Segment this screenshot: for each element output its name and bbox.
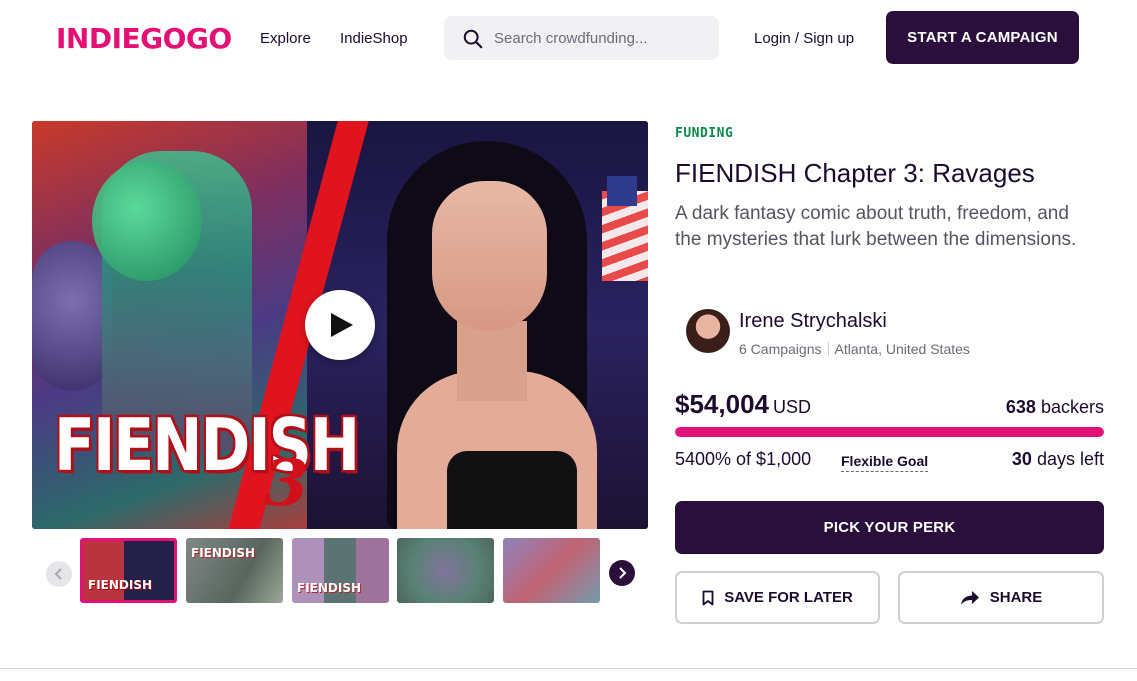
creator-avatar[interactable] (686, 309, 730, 353)
indiegogo-logo[interactable]: INDIEGOGO (56, 22, 232, 55)
creature-illustration (32, 241, 112, 391)
raised-amount: $54,004 (675, 389, 769, 419)
video-title-number: 3 (264, 446, 309, 521)
creator-meta: 6 Campaigns Atlanta, United States (739, 341, 970, 357)
login-signup-link[interactable]: Login / Sign up (754, 30, 854, 47)
nav-explore-link[interactable]: Explore (260, 30, 311, 47)
days-left: 30 days left (1012, 449, 1104, 470)
thumbnail-4[interactable] (397, 538, 494, 603)
bookmark-icon (702, 590, 714, 605)
share-icon (960, 590, 979, 605)
funding-progress-bar (675, 427, 1104, 437)
chevron-left-icon (54, 568, 62, 580)
backers-label: backers (1040, 397, 1104, 417)
flag-canton (607, 176, 637, 206)
save-label: SAVE FOR LATER (724, 589, 853, 606)
play-icon (331, 313, 353, 337)
thumbnail-label: FIENDISH (297, 581, 362, 595)
flexible-goal-tooltip[interactable]: Flexible Goal (841, 453, 929, 472)
days-number: 30 (1011, 449, 1032, 469)
start-campaign-button[interactable]: START A CAMPAIGN (886, 11, 1079, 64)
section-divider (0, 668, 1137, 669)
play-button[interactable] (305, 290, 375, 360)
funds-raised: $54,004 USD (675, 389, 811, 420)
days-label: days left (1036, 449, 1104, 469)
thumbnail-3[interactable]: FIENDISH (292, 538, 389, 603)
funding-progress-fill (675, 427, 1104, 437)
thumbnail-label: FIENDISH (88, 578, 153, 592)
thumbnail-label: FIENDISH (191, 546, 256, 560)
backers-number: 638 (1005, 397, 1036, 417)
search-icon[interactable] (462, 28, 484, 50)
campaign-status: FUNDING (675, 126, 734, 141)
thumbnail-1[interactable]: FIENDISH (80, 538, 177, 603)
share-label: SHARE (989, 589, 1043, 606)
nav-indieshop-link[interactable]: IndieShop (340, 30, 408, 47)
creator-dress (447, 451, 577, 529)
percent-funded: 5400% of $1,000 (675, 449, 812, 469)
search-bar[interactable] (444, 16, 719, 60)
creator-location: Atlanta, United States (834, 341, 970, 357)
thumbnail-5[interactable] (503, 538, 600, 603)
thumbnail-2[interactable]: FIENDISH (186, 538, 283, 603)
creator-name[interactable]: Irene Strychalski (739, 310, 887, 333)
character-hair (92, 161, 202, 281)
creator-face (432, 181, 547, 331)
meta-divider (827, 342, 829, 356)
creator-campaign-count: 6 Campaigns (739, 341, 822, 357)
chevron-right-icon (619, 567, 627, 579)
pick-perk-button[interactable]: PICK YOUR PERK (675, 501, 1104, 554)
campaign-subtitle: A dark fantasy comic about truth, freedo… (675, 203, 1077, 250)
campaign-title: FIENDISH Chapter 3: Ravages (675, 158, 1035, 188)
video-title-text: FIENDISH (54, 404, 360, 488)
search-input[interactable] (494, 16, 709, 60)
site-header: INDIEGOGO Explore IndieShop Login / Sign… (0, 0, 1137, 78)
campaign-video[interactable]: FIENDISH 3 (32, 121, 648, 529)
creator-neck (457, 321, 527, 401)
thumbnail-prev-button[interactable] (46, 561, 72, 587)
save-for-later-button[interactable]: SAVE FOR LATER (675, 571, 880, 624)
raised-currency: USD (772, 397, 811, 417)
backers-count: 638 backers (1006, 397, 1104, 418)
thumbnail-next-button[interactable] (609, 560, 635, 586)
share-button[interactable]: SHARE (898, 571, 1104, 624)
